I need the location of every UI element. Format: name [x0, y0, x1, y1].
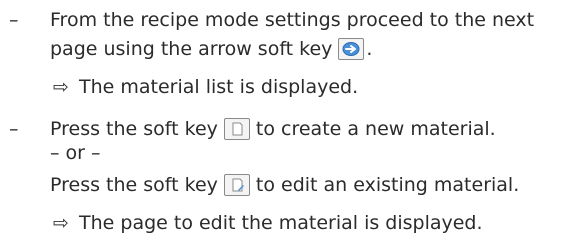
new-material-soft-key-icon — [223, 118, 250, 140]
step2-result: ⇨ The page to edit the material is displ… — [53, 211, 483, 235]
step1-line1: From the recipe mode settings proceed to… — [50, 8, 534, 32]
step2-alt-text-after-key: to edit an existing material. — [255, 174, 520, 196]
step2-or: – or – — [50, 141, 101, 165]
step1-text-line1: From the recipe mode settings proceed to… — [50, 9, 535, 31]
or-separator: – or – — [50, 142, 101, 164]
step2-alt-text-before-key: Press the soft key — [50, 174, 218, 196]
step2-text-after-key: to create a new material. — [255, 118, 496, 140]
result-arrow-icon: ⇨ — [53, 76, 69, 98]
step1-period: . — [366, 38, 373, 60]
arrow-soft-key-icon — [338, 38, 365, 60]
edit-material-soft-key-icon — [223, 174, 250, 196]
step1-text-line2: page using the arrow soft key — [50, 38, 333, 60]
step2-bullet: – — [9, 118, 19, 140]
step2-line1: Press the soft key to create a new mater… — [50, 117, 496, 141]
result-arrow-icon: ⇨ — [53, 212, 69, 234]
step1-result-text: The material list is displayed. — [79, 76, 359, 98]
step1-result: ⇨ The material list is displayed. — [53, 75, 358, 99]
step2-text-before-key: Press the soft key — [50, 118, 218, 140]
step1-bullet: – — [9, 9, 19, 31]
step2-result-text: The page to edit the material is display… — [79, 212, 483, 234]
step2-alt: Press the soft key to edit an existing m… — [50, 173, 519, 197]
step1-line2: page using the arrow soft key . — [50, 37, 372, 61]
